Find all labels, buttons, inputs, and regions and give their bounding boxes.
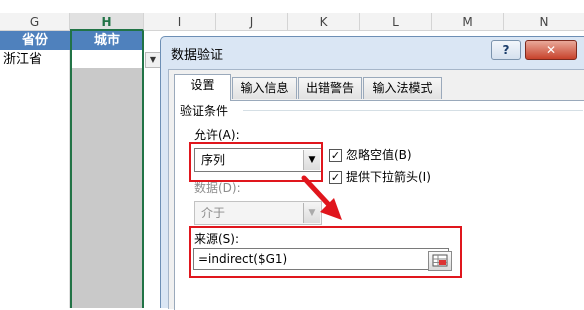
ribbon-edge — [0, 0, 584, 13]
column-header-h[interactable]: H — [70, 13, 144, 31]
help-button[interactable]: ? — [491, 40, 521, 60]
column-header-k[interactable]: K — [288, 13, 360, 31]
dialog-title: 数据验证 — [171, 48, 224, 63]
cell-dropdown-button[interactable]: ▼ — [145, 52, 161, 68]
tab-settings[interactable]: 设置 — [174, 74, 231, 101]
selected-column-border — [70, 31, 144, 308]
column-header-m[interactable]: M — [432, 13, 504, 31]
red-arrow-icon — [301, 175, 342, 220]
header-cell-province[interactable]: 省份 — [0, 31, 70, 50]
ignore-blank-checkbox[interactable]: ✓ — [329, 149, 342, 162]
tab-error-alert[interactable]: 出错警告 — [298, 77, 362, 99]
data-label: 数据(D): — [194, 181, 241, 195]
column-header-i[interactable]: I — [144, 13, 216, 31]
column-header-row: G H I J K L M N — [0, 13, 584, 31]
column-header-n[interactable]: N — [504, 13, 584, 31]
cell-province-value[interactable]: 浙江省 — [3, 51, 42, 69]
show-dropdown-label[interactable]: 提供下拉箭头(I) — [346, 170, 431, 185]
source-highlight-box — [189, 226, 462, 278]
section-title: 验证条件 — [180, 104, 229, 118]
data-select-value: 介于 — [201, 206, 226, 220]
ignore-blank-label[interactable]: 忽略空值(B) — [346, 148, 412, 163]
tab-ime-mode[interactable]: 输入法模式 — [363, 77, 442, 99]
column-header-l[interactable]: L — [360, 13, 432, 31]
tab-input-message[interactable]: 输入信息 — [232, 77, 297, 99]
column-header-j[interactable]: J — [216, 13, 288, 31]
column-header-g[interactable]: G — [0, 13, 70, 31]
section-divider — [243, 110, 583, 111]
close-button[interactable]: ✕ — [525, 40, 577, 60]
allow-label: 允许(A): — [194, 128, 240, 142]
settings-panel: 验证条件 允许(A): 序列 ▼ ✓ 忽略空值(B) ✓ 提供下拉箭头(I) 数… — [174, 100, 584, 310]
